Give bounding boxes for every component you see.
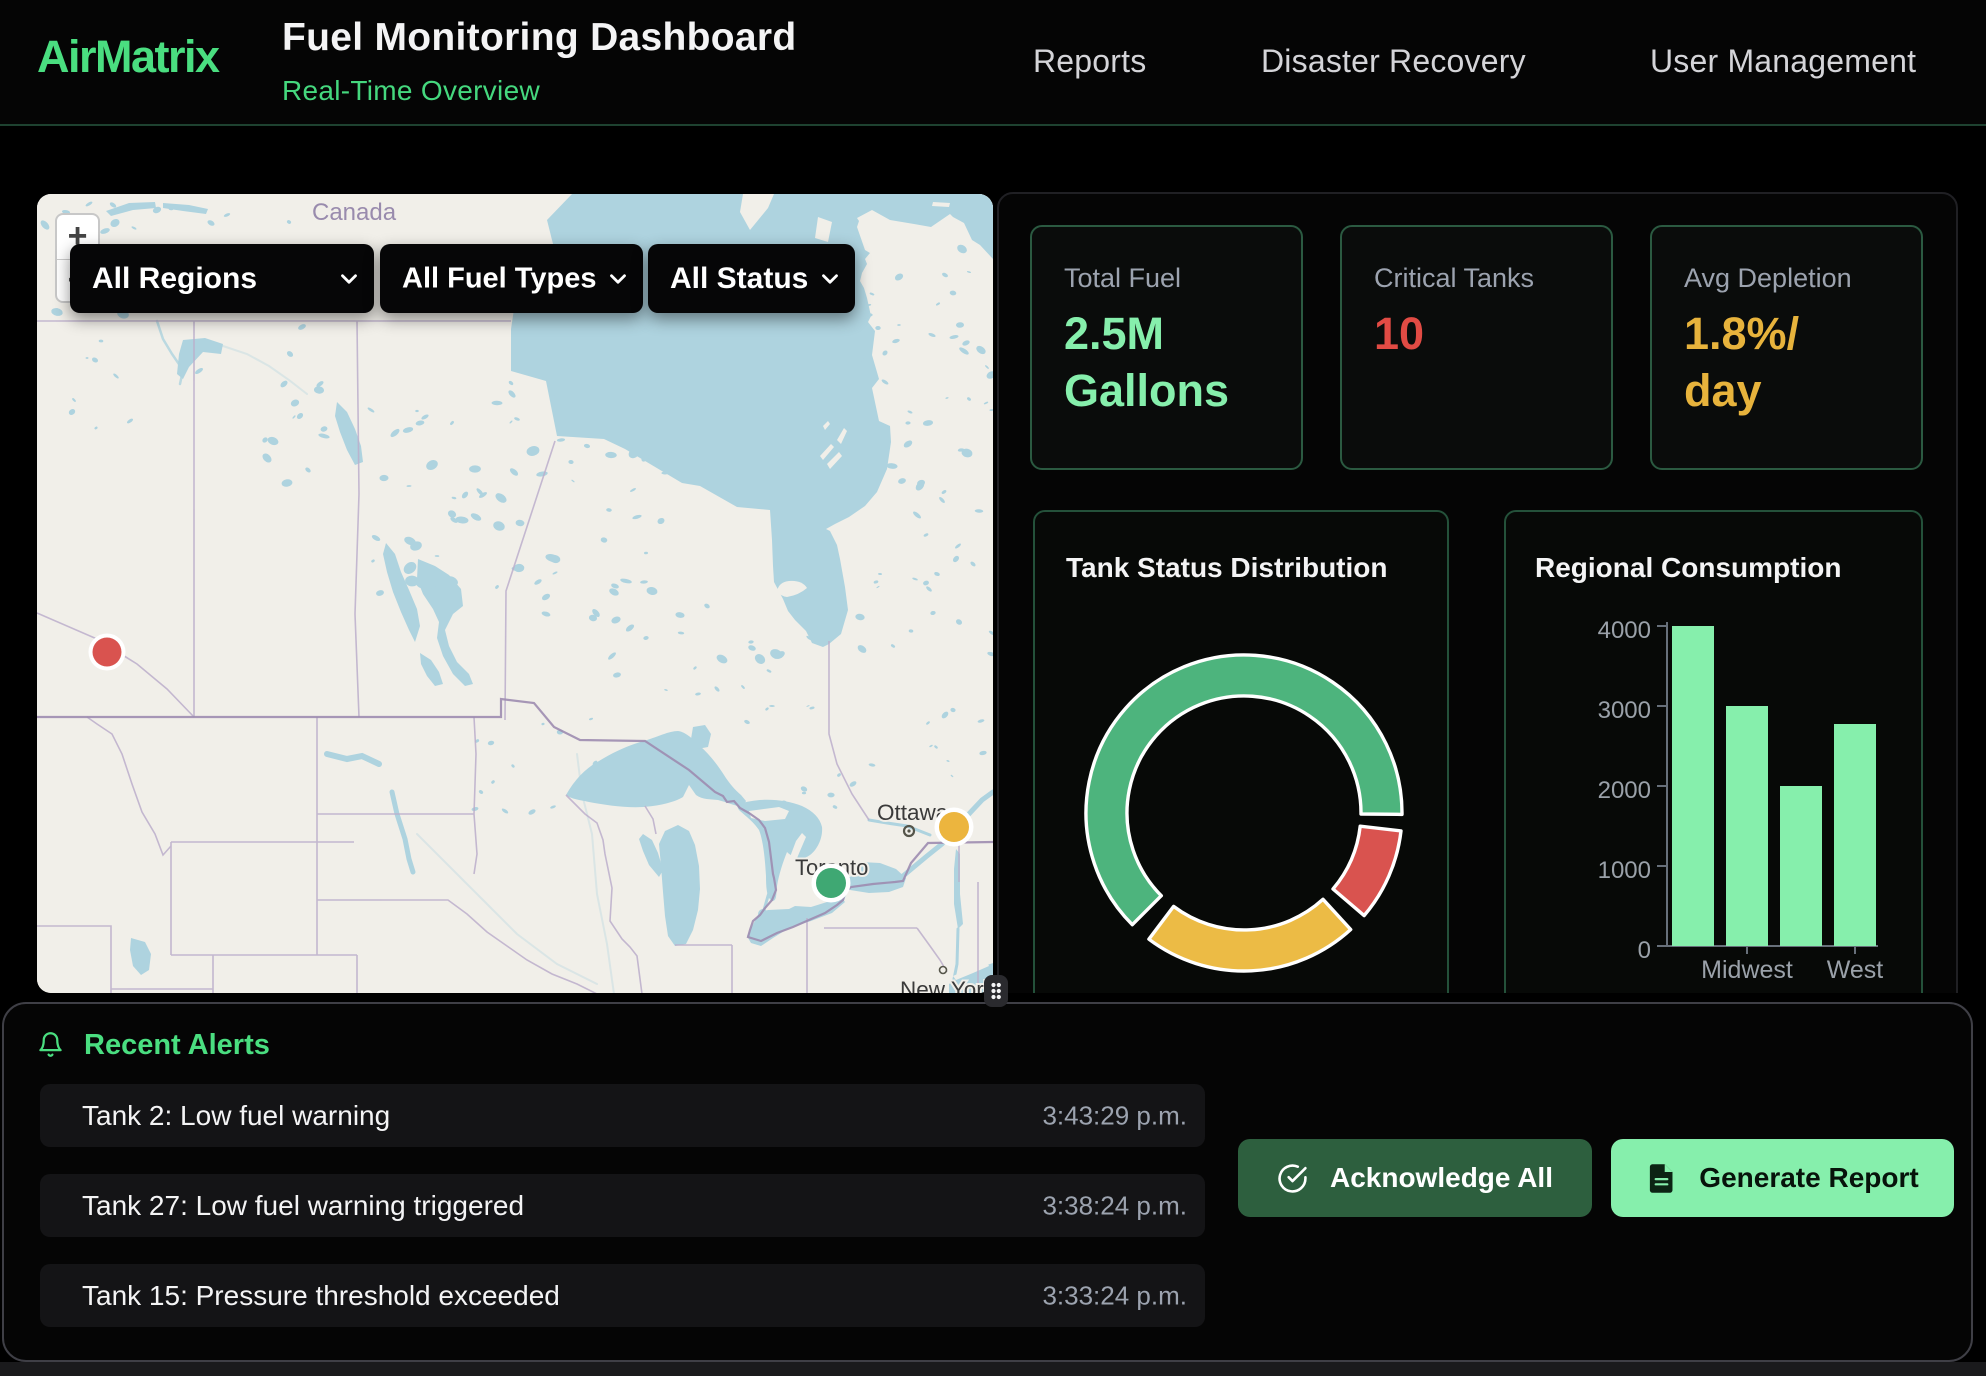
svg-text:0: 0	[1638, 937, 1651, 964]
svg-text:4000: 4000	[1598, 617, 1651, 644]
svg-text:3000: 3000	[1598, 697, 1651, 724]
svg-text:West: West	[1827, 956, 1884, 984]
svg-text:Midwest: Midwest	[1701, 956, 1793, 984]
svg-text:2000: 2000	[1598, 777, 1651, 804]
svg-text:1000: 1000	[1598, 857, 1651, 884]
